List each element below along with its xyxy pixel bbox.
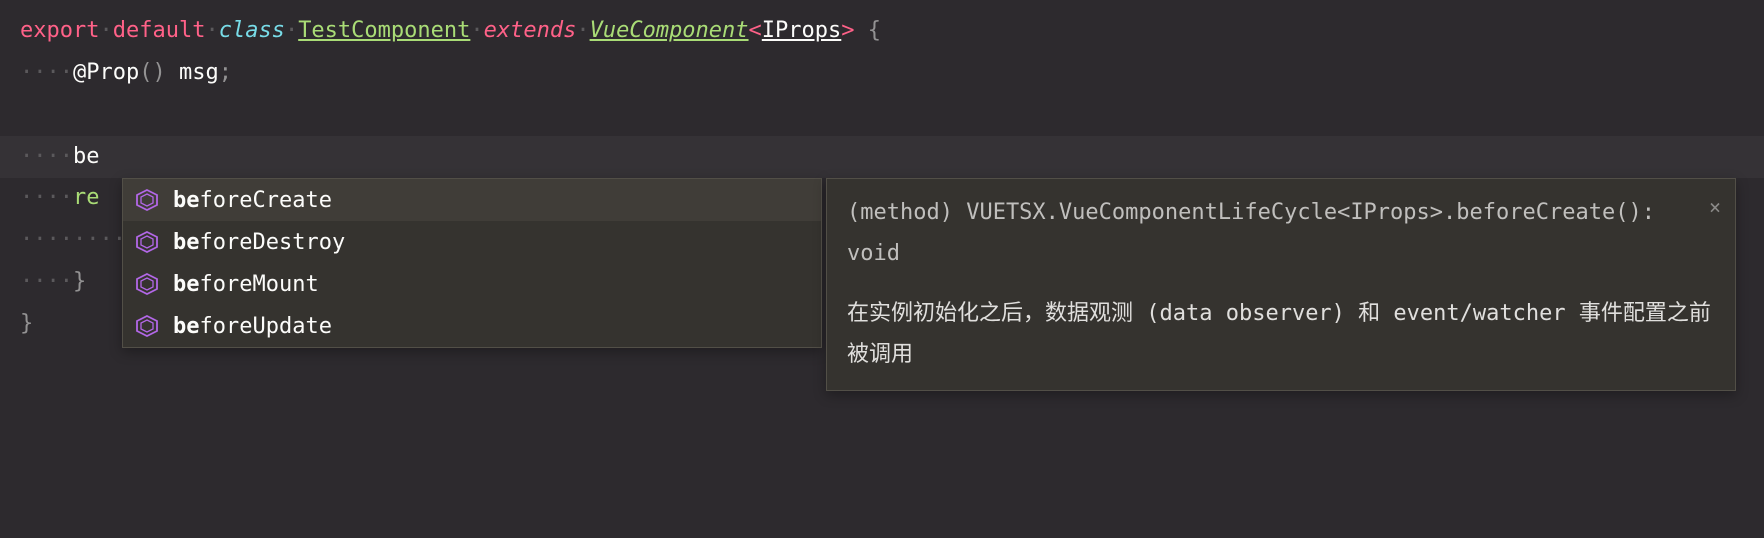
autocomplete-item-beforeUpdate[interactable]: beforeUpdate (123, 305, 821, 347)
method-text: re (73, 185, 100, 210)
autocomplete-dropdown[interactable]: beforeCreate beforeDestroy beforeMount b… (122, 178, 822, 348)
autocomplete-label: beforeCreate (173, 188, 332, 213)
code-line-1: export·default·class·TestComponent·exten… (20, 10, 1744, 52)
code-line-4: ····be (20, 136, 1744, 178)
method-icon (135, 272, 159, 296)
method-icon (135, 314, 159, 338)
autocomplete-label: beforeMount (173, 272, 319, 297)
indent: ···· (20, 185, 73, 210)
typed-text: be (73, 144, 100, 169)
code-line-2: ····@Prop() msg; (20, 52, 1744, 94)
keyword-default: default (113, 18, 206, 43)
open-brace: { (855, 18, 882, 43)
autocomplete-item-beforeCreate[interactable]: beforeCreate (123, 179, 821, 221)
decorator-parens: () (139, 60, 166, 85)
generic-open: < (749, 18, 762, 43)
indent: ········ (20, 227, 126, 252)
generic-close: > (841, 18, 854, 43)
class-name: TestComponent (298, 18, 470, 43)
doc-description: 在实例初始化之后，数据观测 (data observer) 和 event/wa… (847, 294, 1715, 375)
keyword-extends: extends (484, 18, 577, 43)
indent: ···· (20, 60, 73, 85)
autocomplete-label: beforeUpdate (173, 314, 332, 339)
method-icon (135, 188, 159, 212)
keyword-class: class (219, 18, 285, 43)
autocomplete-item-beforeMount[interactable]: beforeMount (123, 263, 821, 305)
doc-signature: (method) VUETSX.VueComponentLifeCycle<IP… (847, 193, 1715, 274)
autocomplete-item-beforeDestroy[interactable]: beforeDestroy (123, 221, 821, 263)
method-icon (135, 230, 159, 254)
close-icon[interactable]: × (1709, 189, 1721, 226)
close-brace: } (73, 269, 86, 294)
indent: ···· (20, 144, 73, 169)
base-class-name: VueComponent (590, 18, 749, 43)
code-line-blank (20, 94, 1744, 136)
decorator: @Prop (73, 60, 139, 85)
generic-type: IProps (762, 18, 841, 43)
indent: ···· (20, 269, 73, 294)
close-brace: } (20, 311, 33, 336)
property-name: msg (179, 60, 219, 85)
autocomplete-label: beforeDestroy (173, 230, 345, 255)
keyword-export: export (20, 18, 99, 43)
documentation-tooltip: × (method) VUETSX.VueComponentLifeCycle<… (826, 178, 1736, 391)
semicolon: ; (219, 60, 232, 85)
